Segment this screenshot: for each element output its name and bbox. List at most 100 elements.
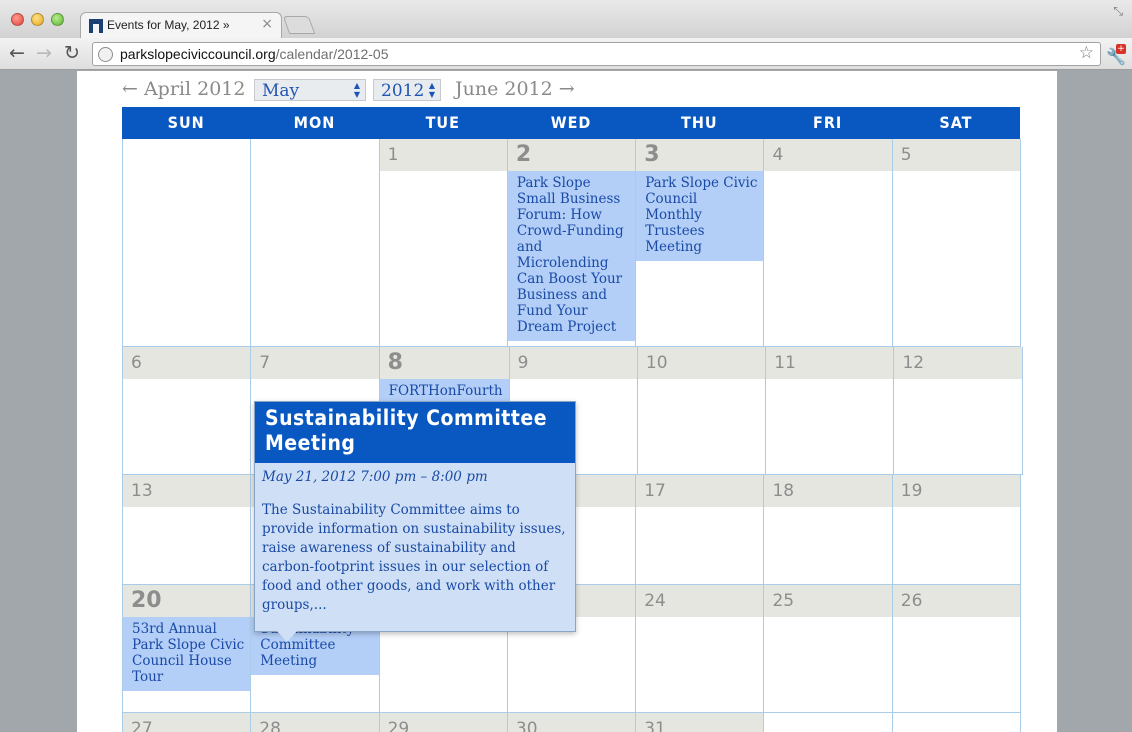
- tab-close-icon[interactable]: ×: [261, 16, 273, 32]
- day-number: 8: [379, 347, 509, 379]
- month-navigation: ← April 2012 May ▲ ▼ 2012 ▲ ▼ June 2012 →: [122, 78, 582, 102]
- window-maximize-button[interactable]: [51, 13, 64, 26]
- back-button[interactable]: ←: [9, 43, 25, 63]
- calendar-day[interactable]: 29: [379, 713, 508, 732]
- day-number: 29: [379, 713, 507, 732]
- reload-button[interactable]: ↻: [64, 43, 80, 63]
- day-number: 1: [379, 139, 507, 171]
- day-number: 10: [637, 347, 766, 379]
- day-number: [892, 713, 1021, 732]
- calendar-day[interactable]: 28: [251, 713, 380, 732]
- address-bar[interactable]: parkslopeciviccouncil.org/calendar/2012-…: [92, 42, 1101, 66]
- weekday-tue: TUE: [425, 113, 460, 132]
- calendar-day[interactable]: [251, 139, 380, 347]
- calendar-day[interactable]: 27: [123, 713, 252, 732]
- weekday-sat: SAT: [939, 113, 973, 132]
- weekday-thu: THU: [681, 113, 718, 132]
- day-number: 9: [509, 347, 637, 379]
- day-number: 7: [251, 347, 379, 379]
- month-select-value: May: [262, 81, 300, 101]
- day-number: 2: [507, 139, 636, 171]
- url-text[interactable]: parkslopeciviccouncil.org/calendar/2012-…: [120, 46, 389, 62]
- day-number: 26: [892, 585, 1021, 617]
- browser-tab[interactable]: Events for May, 2012 » ×: [80, 12, 282, 39]
- update-badge-icon: +: [1116, 44, 1126, 54]
- day-number: 17: [636, 475, 764, 507]
- event-link[interactable]: Park Slope Civic Council Monthly Trustee…: [636, 171, 764, 261]
- calendar-day[interactable]: 13: [123, 475, 252, 585]
- calendar-day[interactable]: 19: [892, 475, 1022, 585]
- forward-button[interactable]: →: [36, 43, 52, 63]
- calendar-day[interactable]: 2 Park Slope Small Business Forum: How Cr…: [507, 139, 637, 347]
- popup-time: May 21, 2012 7:00 pm – 8:00 pm: [262, 469, 488, 485]
- day-number: 12: [894, 347, 1022, 379]
- day-number: 20: [123, 585, 251, 617]
- calendar-day[interactable]: [892, 713, 1022, 732]
- calendar-day[interactable]: 17: [636, 475, 765, 585]
- next-month-link[interactable]: June 2012 →: [455, 78, 575, 100]
- day-number: 18: [764, 475, 892, 507]
- calendar-day[interactable]: 18: [764, 475, 893, 585]
- weekday-fri: FRI: [812, 113, 843, 132]
- calendar-week: 27 28 29 30 31: [122, 713, 1022, 732]
- day-number: [251, 139, 379, 171]
- browser-titlebar: Events for May, 2012 » × ⤡: [0, 0, 1132, 39]
- day-number: 5: [892, 139, 1021, 171]
- weekday-sun: SUN: [167, 113, 205, 132]
- day-number: 13: [123, 475, 251, 507]
- calendar-day[interactable]: 12: [894, 347, 1023, 475]
- calendar-day[interactable]: 30: [507, 713, 637, 732]
- calendar-day[interactable]: [764, 713, 893, 732]
- day-number: 19: [892, 475, 1021, 507]
- site-favicon-icon: [89, 19, 103, 33]
- select-arrows-icon: ▲ ▼: [428, 81, 436, 99]
- calendar-day[interactable]: [123, 139, 252, 347]
- weekday-wed: WED: [550, 113, 592, 132]
- calendar-day[interactable]: 5: [892, 139, 1022, 347]
- calendar-day[interactable]: 6: [123, 347, 252, 475]
- day-number: [123, 139, 251, 171]
- calendar-week: 1 2 Park Slope Small Business Forum: How C…: [122, 139, 1022, 347]
- day-number: 31: [636, 713, 764, 732]
- fullscreen-icon[interactable]: ⤡: [1113, 4, 1123, 19]
- calendar-day[interactable]: 3 Park Slope Civic Council Monthly Truste…: [636, 139, 765, 347]
- day-number: 30: [507, 713, 636, 732]
- new-tab-button[interactable]: [282, 16, 316, 34]
- event-link[interactable]: 53rd Annual Park Slope Civic Council Hou…: [123, 617, 251, 691]
- event-link[interactable]: Park Slope Small Business Forum: How Cro…: [507, 171, 636, 341]
- popup-description: The Sustainability Committee aims to pro…: [262, 502, 566, 613]
- calendar-day[interactable]: 10: [637, 347, 767, 475]
- prev-month-link[interactable]: ← April 2012: [122, 78, 245, 100]
- day-number: 27: [123, 713, 251, 732]
- wrench-menu-button[interactable]: 🔧 +: [1106, 44, 1126, 66]
- weekday-header: SUN MON TUE WED THU FRI SAT: [122, 107, 1020, 139]
- bookmark-star-icon[interactable]: ☆: [1079, 43, 1094, 63]
- day-number: [764, 713, 892, 732]
- calendar-day[interactable]: 1: [379, 139, 508, 347]
- calendar-day[interactable]: 20 53rd Annual Park Slope Civic Council H…: [123, 585, 252, 713]
- month-select[interactable]: May ▲ ▼: [254, 79, 366, 101]
- page-margin: [1057, 71, 1132, 732]
- calendar-day[interactable]: 4: [764, 139, 893, 347]
- url-domain: parkslopeciviccouncil.org: [120, 46, 276, 62]
- calendar-day[interactable]: 11: [766, 347, 895, 475]
- event-popup: Sustainability Committee Meeting May 21,…: [254, 401, 576, 642]
- day-number: 24: [636, 585, 764, 617]
- day-number: 28: [251, 713, 379, 732]
- window-close-button[interactable]: [11, 13, 24, 26]
- url-path: /calendar/2012-05: [275, 46, 389, 62]
- day-number: 11: [766, 347, 894, 379]
- popup-pointer: [277, 631, 297, 642]
- year-select[interactable]: 2012 ▲ ▼: [373, 79, 441, 101]
- calendar-day[interactable]: 26: [892, 585, 1022, 713]
- calendar-day[interactable]: 24: [636, 585, 765, 713]
- select-arrows-icon: ▲ ▼: [353, 81, 361, 99]
- calendar-day[interactable]: 31: [636, 713, 765, 732]
- window-minimize-button[interactable]: [31, 13, 44, 26]
- popup-title: Sustainability Committee Meeting: [255, 402, 575, 463]
- weekday-mon: MON: [293, 113, 336, 132]
- day-number: 25: [764, 585, 892, 617]
- calendar-day[interactable]: 25: [764, 585, 893, 713]
- day-number: 3: [636, 139, 764, 171]
- tab-title: Events for May, 2012 »: [107, 18, 230, 32]
